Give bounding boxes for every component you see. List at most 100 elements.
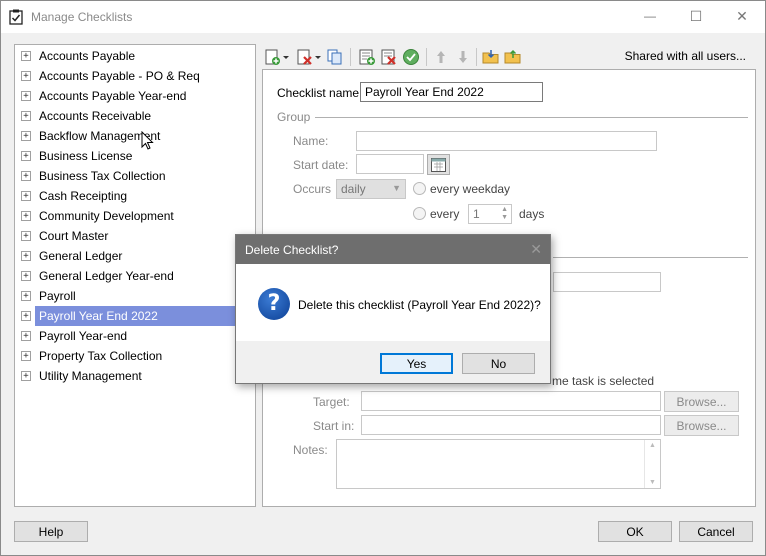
maximize-button[interactable]: ☐	[673, 1, 719, 31]
tree-item[interactable]: + General Ledger	[15, 246, 255, 266]
tree-item[interactable]: + Community Development	[15, 206, 255, 226]
window-title: Manage Checklists	[31, 10, 133, 24]
tree-item[interactable]: + General Ledger Year-end	[15, 266, 255, 286]
target-input[interactable]	[361, 391, 661, 411]
dialog-close-icon[interactable]: ✕	[530, 241, 542, 258]
tree-item[interactable]: + Backflow Management	[15, 126, 255, 146]
checklist-name-input[interactable]: Payroll Year End 2022	[360, 82, 543, 102]
expand-plus-icon[interactable]: +	[21, 231, 31, 241]
dialog-title: Delete Checklist?	[245, 243, 339, 257]
expand-plus-icon[interactable]: +	[21, 251, 31, 261]
checklist-name-label: Checklist name:	[277, 86, 363, 100]
tree-item-label: Accounts Receivable	[39, 109, 152, 123]
import-folder-icon[interactable]	[482, 48, 500, 66]
delete-task-icon[interactable]	[380, 48, 398, 66]
move-down-icon[interactable]	[454, 48, 472, 66]
dialog-title-bar: Delete Checklist? ✕	[236, 235, 550, 264]
delete-item-icon[interactable]	[296, 48, 314, 66]
expand-plus-icon[interactable]: +	[21, 351, 31, 361]
expand-plus-icon[interactable]: +	[21, 51, 31, 61]
task-divider	[553, 257, 748, 258]
expand-plus-icon[interactable]: +	[21, 111, 31, 121]
every-n-days-radio[interactable]	[413, 207, 426, 220]
occurs-value: daily	[341, 182, 366, 196]
tree-item[interactable]: + Accounts Payable - PO & Req	[15, 66, 255, 86]
notes-textarea[interactable]: ▲ ▼	[336, 439, 661, 489]
tree-item[interactable]: + Utility Management	[15, 366, 255, 386]
expand-plus-icon[interactable]: +	[21, 71, 31, 81]
every-days-value: 1	[473, 207, 480, 221]
toolbar-separator	[350, 48, 351, 66]
expand-plus-icon[interactable]: +	[21, 171, 31, 181]
expand-plus-icon[interactable]: +	[21, 191, 31, 201]
tree-item[interactable]: + Accounts Payable Year-end	[15, 86, 255, 106]
maximize-icon: ☐	[689, 7, 703, 24]
tree-item[interactable]: + Property Tax Collection	[15, 346, 255, 366]
tree-item-label: Property Tax Collection	[39, 349, 163, 363]
task-name-input[interactable]	[553, 272, 661, 292]
add-task-icon[interactable]	[358, 48, 376, 66]
calendar-button[interactable]	[427, 154, 450, 175]
title-bar: Manage Checklists — ☐ ✕	[1, 1, 765, 33]
spinner-arrows-icon: ▲ ▼	[501, 206, 508, 221]
tree-item[interactable]: + Accounts Receivable	[15, 106, 255, 126]
close-button[interactable]: ✕	[719, 1, 765, 31]
cancel-button[interactable]: Cancel	[679, 521, 753, 542]
expand-plus-icon[interactable]: +	[21, 131, 31, 141]
new-item-icon[interactable]	[264, 48, 282, 66]
tree-item[interactable]: + Payroll Year-end	[15, 326, 255, 346]
start-in-browse-button[interactable]: Browse...	[664, 415, 739, 436]
new-dropdown-icon[interactable]	[282, 48, 290, 66]
expand-plus-icon[interactable]: +	[21, 371, 31, 381]
shared-users-link[interactable]: Shared with all users...	[625, 49, 746, 63]
tree-item-label: Business Tax Collection	[39, 169, 166, 183]
group-name-input[interactable]	[356, 131, 657, 151]
expand-plus-icon[interactable]: +	[21, 291, 31, 301]
chevron-down-icon: ▼	[392, 183, 401, 193]
occurs-select[interactable]: daily ▼	[336, 179, 406, 199]
start-date-input[interactable]	[356, 154, 424, 174]
no-button[interactable]: No	[462, 353, 535, 374]
every-days-spinner[interactable]: 1 ▲ ▼	[468, 204, 512, 224]
target-label: Target:	[313, 395, 350, 409]
every-weekday-radio[interactable]	[413, 182, 426, 195]
start-date-label: Start date:	[293, 158, 349, 172]
expand-plus-icon[interactable]: +	[21, 211, 31, 221]
tree-item-label: Accounts Payable	[39, 49, 136, 63]
checklist-tree[interactable]: + Accounts Payable + Accounts Payable - PO …	[14, 44, 256, 507]
tree-item[interactable]: + Business License	[15, 146, 255, 166]
tree-item-label: Accounts Payable Year-end	[39, 89, 187, 103]
dialog-body: ? Delete this checklist (Payroll Year En…	[236, 264, 550, 341]
notes-scrollbar[interactable]: ▲ ▼	[644, 440, 660, 488]
expand-plus-icon[interactable]: +	[21, 271, 31, 281]
delete-dropdown-icon[interactable]	[314, 48, 322, 66]
target-browse-button[interactable]: Browse...	[664, 391, 739, 412]
start-in-input[interactable]	[361, 415, 661, 435]
tree-item[interactable]: + Business Tax Collection	[15, 166, 255, 186]
ok-button[interactable]: OK	[598, 521, 672, 542]
tree-item[interactable]: + Accounts Payable	[15, 46, 255, 66]
complete-check-icon[interactable]	[402, 48, 420, 66]
yes-button[interactable]: Yes	[380, 353, 453, 374]
days-label: days	[519, 207, 545, 221]
copy-icon[interactable]	[326, 48, 344, 66]
tree-item-label: Payroll	[39, 289, 76, 303]
group-divider	[315, 117, 748, 118]
tree-item[interactable]: + Cash Receipting	[15, 186, 255, 206]
expand-plus-icon[interactable]: +	[21, 311, 31, 321]
clipboard-check-icon	[9, 9, 23, 25]
help-button[interactable]: Help	[14, 521, 88, 542]
move-up-icon[interactable]	[432, 48, 450, 66]
group-label: Group	[277, 110, 311, 124]
expand-plus-icon[interactable]: +	[21, 91, 31, 101]
minimize-button[interactable]: —	[627, 1, 673, 31]
expand-plus-icon[interactable]: +	[21, 331, 31, 341]
expand-plus-icon[interactable]: +	[21, 151, 31, 161]
tree-item-label: Payroll Year-end	[39, 329, 128, 343]
tree-item[interactable]: + Payroll Year End 2022	[15, 306, 255, 326]
tree-item-label: Community Development	[39, 209, 174, 223]
tree-item[interactable]: + Payroll	[15, 286, 255, 306]
export-folder-icon[interactable]	[504, 48, 522, 66]
tree-item-label: Cash Receipting	[39, 189, 128, 203]
tree-item[interactable]: + Court Master	[15, 226, 255, 246]
